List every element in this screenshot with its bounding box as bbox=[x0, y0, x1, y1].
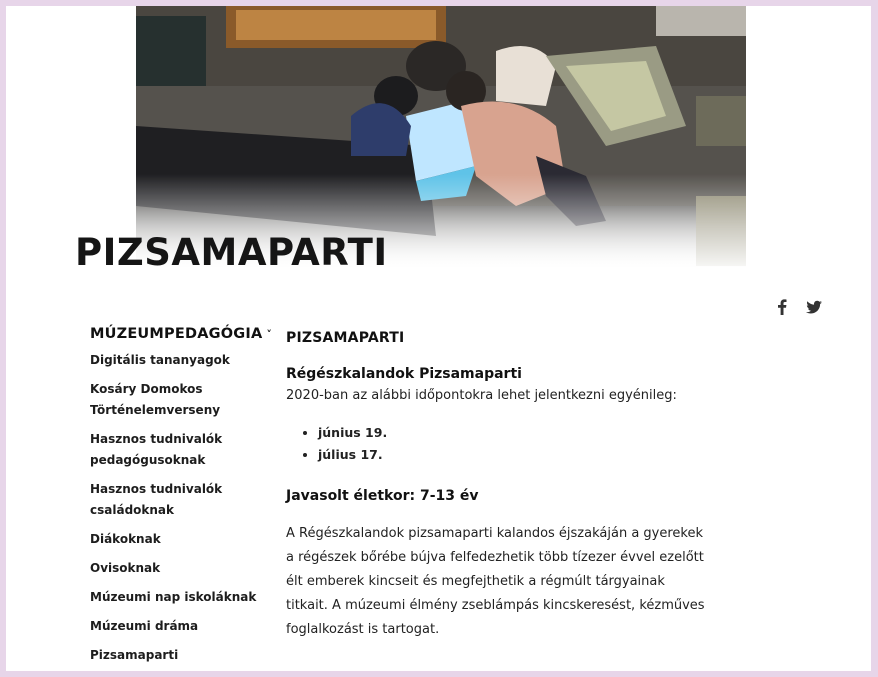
sidebar-item-pizsamaparti[interactable]: Pizsamaparti bbox=[90, 645, 260, 666]
sidebar-item-diakoknak[interactable]: Diákoknak bbox=[90, 529, 260, 550]
page: PIZSAMAPARTI MÚZEUMPEDAGÓGIA ˅ Digitális… bbox=[6, 6, 871, 671]
age-recommendation: Javasolt életkor: 7-13 év bbox=[286, 488, 479, 504]
sidebar-item-digitalis-tananyagok[interactable]: Digitális tananyagok bbox=[90, 350, 260, 371]
hero-image bbox=[136, 6, 746, 269]
sidebar-item-kosary-domokos[interactable]: Kosáry Domokos Történelemverseny bbox=[90, 379, 260, 421]
content-heading: PIZSAMAPARTI bbox=[286, 330, 405, 346]
sidebar-heading-muzeumpedagogia[interactable]: MÚZEUMPEDAGÓGIA ˅ bbox=[90, 326, 280, 342]
sidebar-item-tudnivalok-pedagogusoknak[interactable]: Hasznos tudnivalók pedagógusoknak bbox=[90, 429, 260, 471]
sidebar-item-muzeumi-nap[interactable]: Múzeumi nap iskoláknak bbox=[90, 587, 260, 608]
sidebar-item-tudnivalok-csaladoknak[interactable]: Hasznos tudnivalók családoknak bbox=[90, 479, 260, 521]
facebook-icon[interactable] bbox=[772, 297, 792, 317]
content-subheading: Régészkalandok Pizsamaparti bbox=[286, 366, 522, 382]
social-links bbox=[772, 297, 824, 317]
sidebar-heading-label: MÚZEUMPEDAGÓGIA bbox=[90, 326, 263, 342]
sidebar-nav: MÚZEUMPEDAGÓGIA ˅ Digitális tananyagok K… bbox=[90, 326, 280, 671]
twitter-icon[interactable] bbox=[804, 297, 824, 317]
page-title: PIZSAMAPARTI bbox=[75, 231, 388, 274]
list-item: július 17. bbox=[318, 444, 706, 466]
description-text: A Régészkalandok pizsamaparti kalandos é… bbox=[286, 526, 705, 637]
chevron-down-icon: ˅ bbox=[266, 327, 273, 341]
dates-list: június 19. július 17. bbox=[286, 422, 706, 466]
intro-text: 2020-ban az alábbi időpontokra lehet jel… bbox=[286, 388, 677, 403]
main-content: PIZSAMAPARTI Régészkalandok Pizsamaparti… bbox=[286, 330, 706, 642]
list-item: június 19. bbox=[318, 422, 706, 444]
sidebar-item-ovisoknak[interactable]: Ovisoknak bbox=[90, 558, 260, 579]
sidebar-item-muzeumi-drama[interactable]: Múzeumi dráma bbox=[90, 616, 260, 637]
